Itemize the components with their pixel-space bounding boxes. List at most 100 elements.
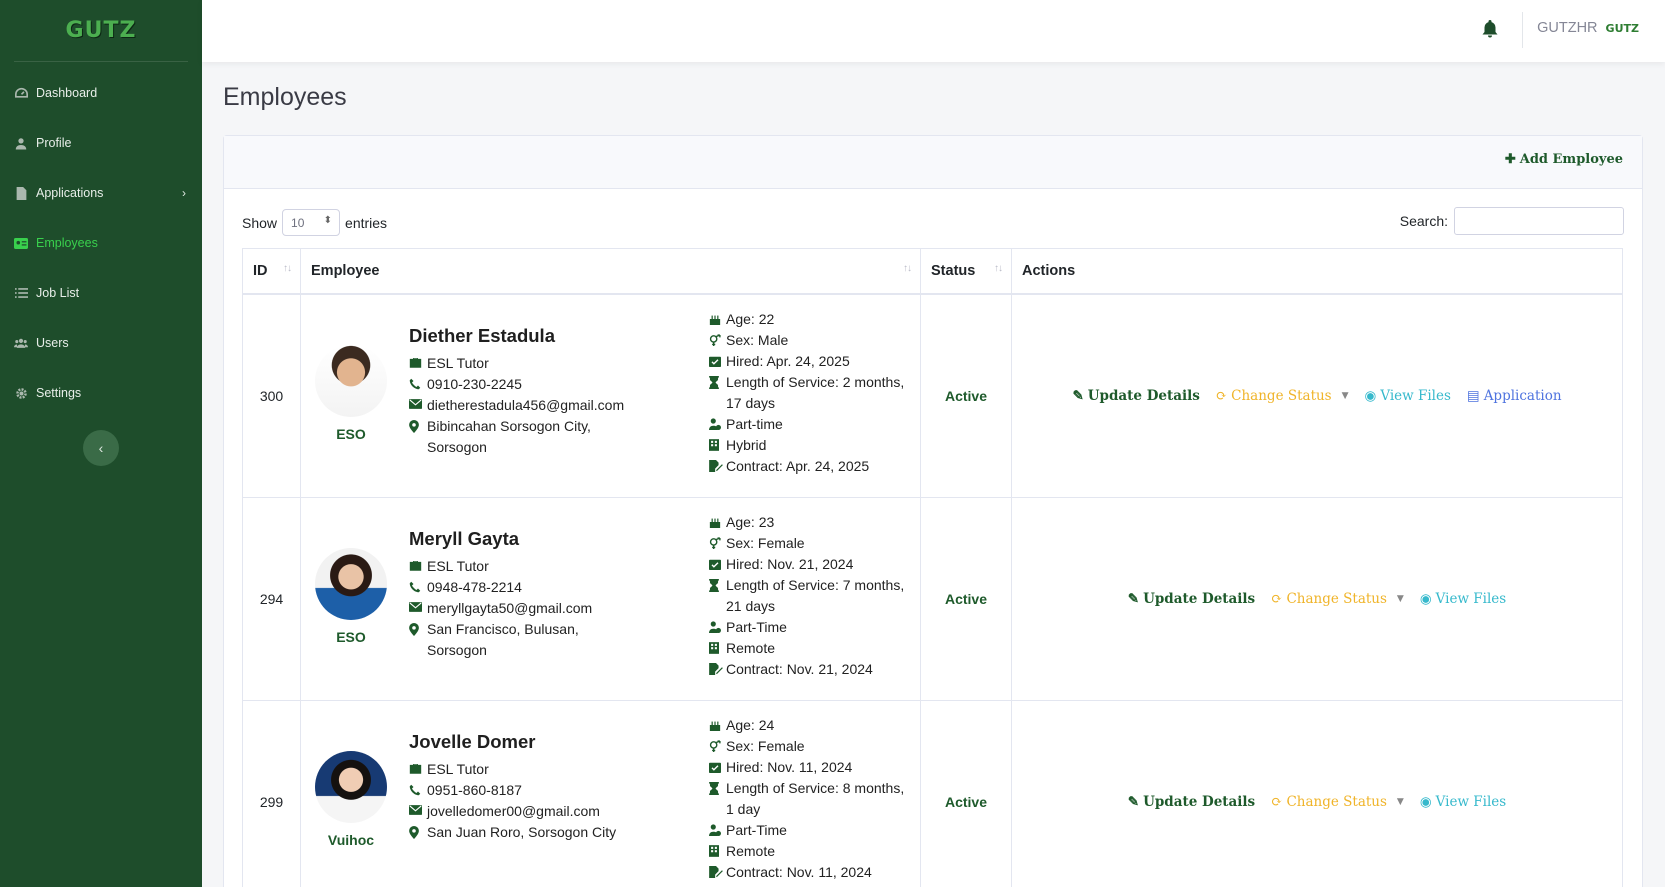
envelope-icon (409, 801, 427, 822)
sidebar-item-employees[interactable]: Employees (0, 218, 202, 268)
position-line: ESL Tutor (409, 353, 639, 374)
sidebar-item-settings[interactable]: Settings (0, 368, 202, 418)
update-details-label: Update Details (1143, 591, 1256, 607)
contract-line: Contract: Nov. 21, 2024 (709, 659, 909, 680)
update-details-button[interactable]: ✎ Update Details (1072, 388, 1199, 404)
change-status-label: Change Status (1286, 794, 1387, 810)
update-details-button[interactable]: ✎ Update Details (1128, 591, 1255, 607)
search-control: Search: (1400, 207, 1624, 235)
view-files-button[interactable]: ◉ View Files (1365, 388, 1451, 404)
birthday-cake-icon (709, 715, 726, 736)
column-header-id[interactable]: ID ↑↓ (242, 248, 301, 295)
employee-service-length: Length of Service: 7 months, 21 days (726, 576, 905, 614)
search-label: Search: (1399, 213, 1448, 229)
document-icon: ▤ (1466, 388, 1480, 404)
eye-icon: ◉ (1419, 591, 1432, 607)
sidebar-item-dashboard[interactable]: Dashboard (0, 68, 202, 118)
employee-phone: 0948-478-2214 (427, 578, 522, 595)
calendar-check-icon (709, 554, 726, 575)
update-details-button[interactable]: ✎ Update Details (1128, 794, 1255, 810)
address-line: San Francisco, Bulusan, Sorsogon (409, 619, 639, 661)
employee-work-setup: Remote (726, 639, 776, 656)
sidebar-item-profile[interactable]: Profile (0, 118, 202, 168)
sort-icon: ↑↓ (994, 263, 1003, 274)
application-button[interactable]: ▤ Application (1467, 388, 1562, 404)
age-line: Age: 24 (709, 715, 909, 736)
row-actions: ✎ Update Details ⟳ Change Status ▼ ◉ View Fi… (1128, 591, 1506, 607)
age-line: Age: 22 (709, 309, 909, 330)
file-signature-icon (709, 862, 726, 883)
building-icon (709, 841, 726, 862)
sidebar-item-applications[interactable]: Applications › (0, 168, 202, 218)
table-row: 294 ESO Meryll Gayta ESL Tutor 0948-478-… (242, 496, 1623, 701)
change-status-dropdown[interactable]: ⟳ Change Status ▼ (1271, 591, 1404, 607)
employee-employment-type: Part-time (726, 415, 783, 432)
employee-phone: 0910-230-2245 (427, 375, 522, 392)
employee-employment-type: Part-Time (726, 821, 787, 838)
change-status-label: Change Status (1286, 591, 1387, 607)
view-files-button[interactable]: ◉ View Files (1420, 794, 1506, 810)
bell-icon[interactable] (1482, 20, 1500, 40)
sidebar-nav: Dashboard Profile Applications › Employe… (0, 68, 202, 418)
cell-actions: ✎ Update Details ⟳ Change Status ▼ ◉ View Fi… (1011, 699, 1623, 887)
entries-select[interactable]: 10 (282, 209, 341, 236)
add-employee-button[interactable]: ✚ Add Employee (1505, 152, 1623, 167)
venus-mars-icon (709, 330, 726, 351)
column-header-status[interactable]: Status ↑↓ (920, 248, 1012, 295)
venus-mars-icon (709, 533, 726, 554)
employee-name: Meryll Gayta (409, 527, 520, 549)
cell-actions: ✎ Update Details ⟳ Change Status ▼ ◉ View Fi… (1011, 496, 1623, 701)
user-menu[interactable]: GUTZHR GUTZ (1537, 20, 1639, 36)
view-files-label: View Files (1380, 388, 1451, 404)
sidebar-item-label: Users (36, 336, 69, 350)
view-files-button[interactable]: ◉ View Files (1420, 591, 1506, 607)
cell-employee: ESO Meryll Gayta ESL Tutor 0948-478-2214… (300, 496, 921, 701)
change-status-dropdown[interactable]: ⟳ Change Status ▼ (1271, 794, 1404, 810)
caret-down-icon: ▼ (1396, 594, 1404, 604)
page-title: Employees (223, 83, 347, 111)
employee-block: ESO Diether Estadula ESL Tutor 0910-230-… (301, 295, 920, 497)
employee-info: Meryll Gayta ESL Tutor 0948-478-2214 mer… (409, 528, 639, 661)
employee-name: Diether Estadula (409, 324, 555, 346)
sidebar-collapse-button[interactable]: ‹ (83, 430, 119, 466)
column-header-employee[interactable]: Employee ↑↓ (300, 248, 921, 295)
user-clock-icon (709, 414, 726, 435)
column-header-actions: Actions (1011, 248, 1623, 295)
employee-address: Bibincahan Sorsogon City, Sorsogon (427, 417, 591, 455)
envelope-icon (409, 598, 427, 619)
topbar: GUTZHR GUTZ (202, 0, 1665, 62)
add-employee-label: Add Employee (1519, 152, 1623, 167)
company-label: ESO (336, 628, 366, 645)
employee-age: Age: 24 (726, 716, 775, 733)
email-line: jovelledomer00@gmail.com (409, 801, 639, 822)
brand-logo[interactable]: GUTZ (14, 0, 188, 62)
hired-line: Hired: Nov. 11, 2024 (709, 757, 909, 778)
cell-status: Active (920, 496, 1012, 701)
change-status-dropdown[interactable]: ⟳ Change Status ▼ (1216, 388, 1349, 404)
phone-line: 0948-478-2214 (409, 577, 639, 598)
employee-info: Diether Estadula ESL Tutor 0910-230-2245… (409, 325, 639, 458)
cell-status: Active (920, 293, 1012, 498)
cell-id: 300 (242, 293, 301, 498)
sync-icon: ⟳ (1271, 591, 1283, 607)
sidebar-item-job-list[interactable]: Job List (0, 268, 202, 318)
logo-text: GUTZ (65, 18, 137, 43)
hourglass-icon (709, 372, 726, 414)
table-controls: Show 10 entries Search: (224, 189, 1642, 249)
application-label: Application (1483, 388, 1562, 404)
plus-icon: ✚ (1504, 152, 1516, 167)
search-input[interactable] (1454, 207, 1624, 235)
column-label: Employee (311, 262, 380, 279)
email-line: meryllgayta50@gmail.com (409, 598, 639, 619)
employee-phone: 0951-860-8187 (427, 781, 522, 798)
view-files-label: View Files (1435, 591, 1507, 607)
sidebar-item-users[interactable]: Users (0, 318, 202, 368)
update-details-label: Update Details (1087, 388, 1200, 404)
show-label: Show (242, 214, 278, 231)
map-marker-icon (409, 619, 427, 661)
sex-line: Sex: Male (709, 330, 909, 351)
address-line: San Juan Roro, Sorsogon City (409, 822, 639, 843)
cell-status: Active (920, 699, 1012, 887)
caret-down-icon: ▼ (1396, 797, 1404, 807)
column-label: Actions (1022, 262, 1076, 279)
